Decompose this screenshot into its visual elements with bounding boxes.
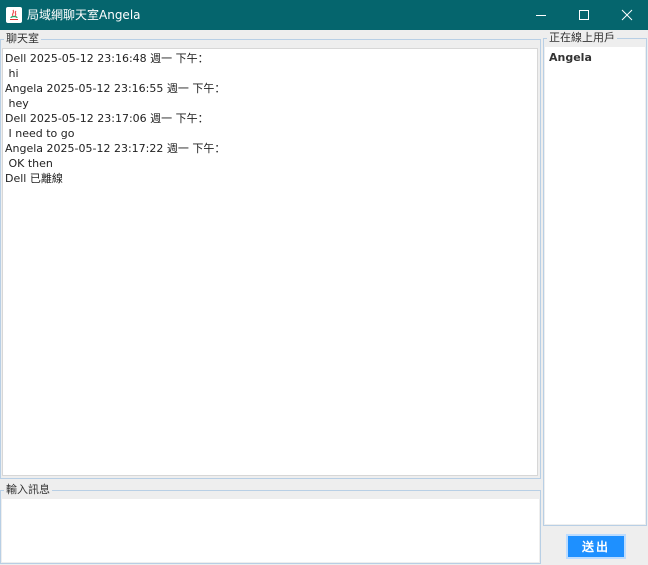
user-list-item[interactable]: Angela	[549, 50, 641, 65]
chat-line: Angela 2025-05-12 23:16:55 週一 下午：	[5, 82, 226, 95]
title-bar[interactable]: 局域網聊天室Angela	[0, 0, 648, 30]
chat-line: Dell 已離線	[5, 172, 63, 185]
message-input[interactable]	[2, 499, 539, 562]
chat-line: I need to go	[5, 127, 75, 140]
java-icon	[6, 7, 22, 23]
online-users-title: 正在線上用戶	[547, 31, 617, 45]
input-group: 輸入訊息	[0, 483, 541, 564]
maximize-icon	[579, 10, 589, 20]
maximize-button[interactable]	[561, 0, 607, 30]
online-users-group: 正在線上用戶 Angela	[543, 31, 647, 526]
input-group-title: 輸入訊息	[4, 483, 52, 497]
chat-group: 聊天室 Dell 2025-05-12 23:16:48 週一 下午： hi A…	[0, 32, 541, 479]
close-icon	[621, 9, 633, 21]
close-button[interactable]	[604, 0, 648, 30]
chat-line: Dell 2025-05-12 23:17:06 週一 下午：	[5, 112, 209, 125]
chat-log[interactable]: Dell 2025-05-12 23:16:48 週一 下午： hi Angel…	[2, 48, 538, 476]
online-users-list[interactable]: Angela	[545, 47, 645, 524]
chat-group-title: 聊天室	[4, 32, 41, 46]
window-title: 局域網聊天室Angela	[27, 8, 141, 22]
chat-line: Dell 2025-05-12 23:16:48 週一 下午：	[5, 52, 209, 65]
minimize-icon	[536, 15, 546, 16]
chat-line: hey	[5, 97, 29, 110]
chat-line: OK then	[5, 157, 53, 170]
app-window: 局域網聊天室Angela 聊天室 Dell 2025-05-12 23:16:4…	[0, 0, 648, 565]
chat-line: Angela 2025-05-12 23:17:22 週一 下午：	[5, 142, 226, 155]
send-button[interactable]: 送出	[566, 534, 626, 559]
chat-line: hi	[5, 67, 19, 80]
minimize-button[interactable]	[518, 0, 564, 30]
